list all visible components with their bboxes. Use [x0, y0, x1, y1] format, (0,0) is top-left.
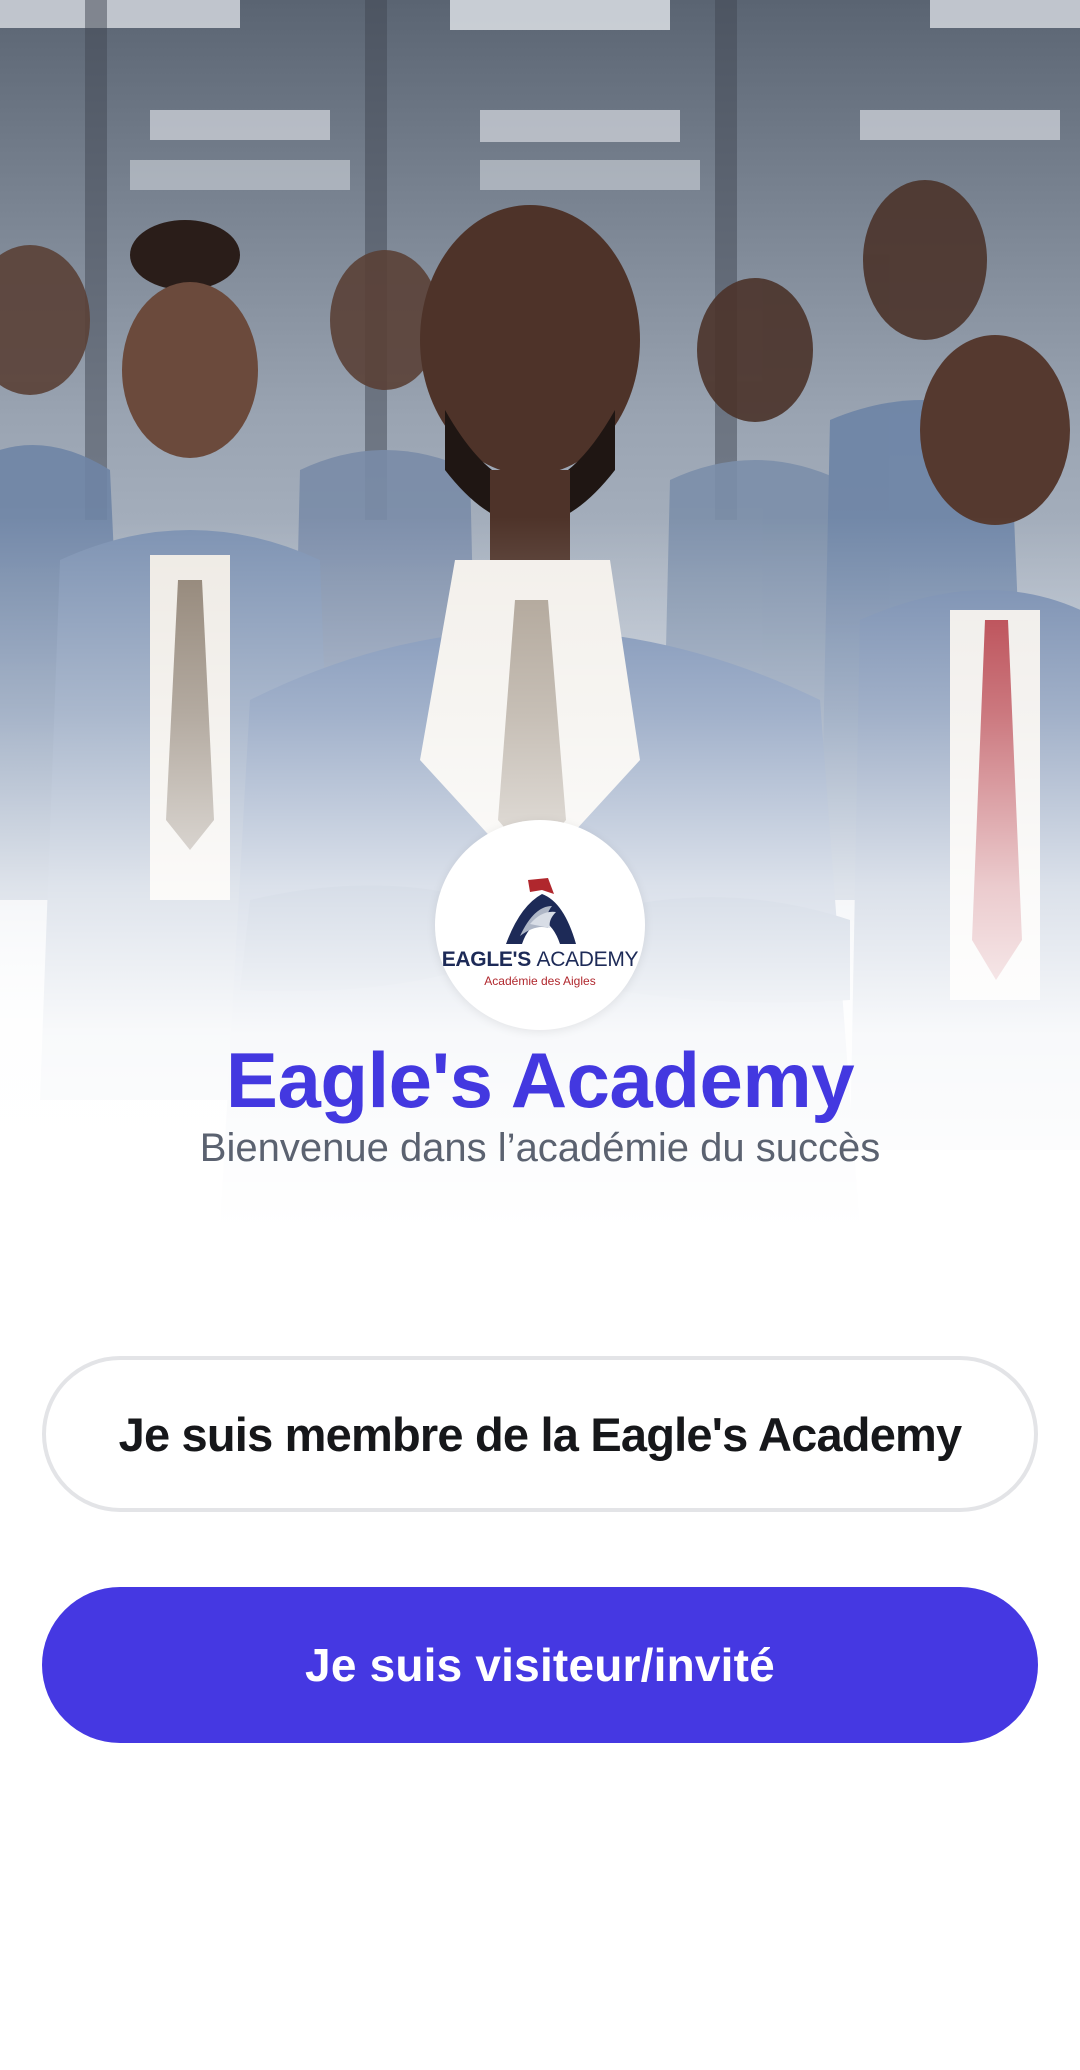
- page-title: Eagle's Academy: [225, 1036, 855, 1124]
- page-subtitle: Bienvenue dans l’académie du succès: [199, 1126, 881, 1170]
- eagle-head-icon: [506, 878, 576, 944]
- academy-logo: EAGLE'S ACADEMY Académie des Aigles: [435, 820, 645, 1030]
- logo-wordmark: EAGLE'S ACADEMY: [441, 948, 639, 971]
- guest-button[interactable]: Je suis visiteur/invité: [42, 1587, 1038, 1743]
- member-button[interactable]: Je suis membre de la Eagle's Academy: [42, 1356, 1038, 1512]
- logo-tagline: Académie des Aigles: [484, 974, 596, 988]
